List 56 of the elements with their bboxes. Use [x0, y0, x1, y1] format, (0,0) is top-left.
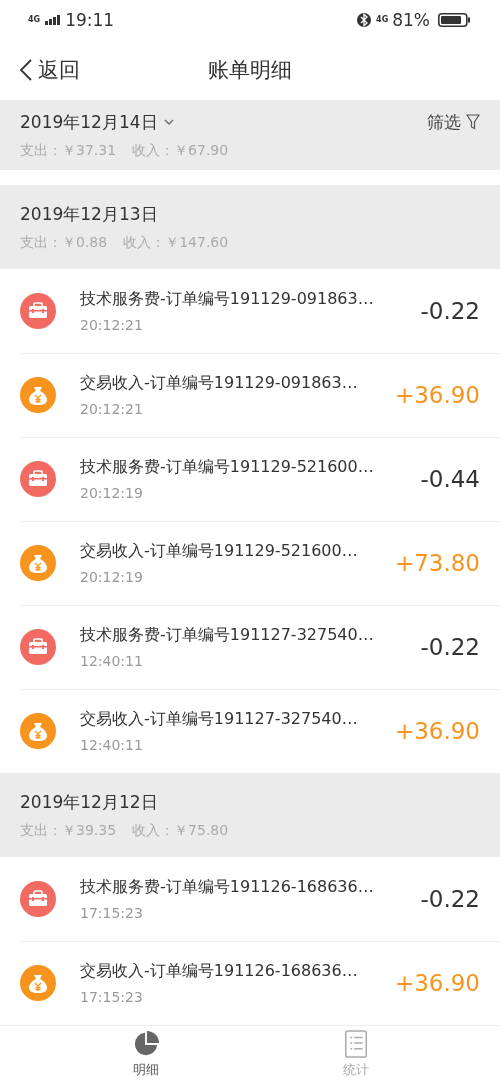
signal-icon [45, 15, 62, 25]
expense-total: 支出：￥0.88 [20, 233, 108, 252]
bluetooth-icon [357, 12, 372, 28]
transaction-title[interactable]: 技术服务费-订单编号191126-168636… [80, 877, 413, 898]
transaction-time: 20:12:21 [80, 401, 144, 417]
transaction-time: 20:12:19 [80, 569, 144, 585]
chevron-left-icon [20, 59, 32, 81]
list-icon [343, 1030, 369, 1058]
signal-label: 4G [28, 16, 41, 24]
transaction-time: 12:40:11 [80, 737, 144, 753]
money-bag-icon [20, 545, 56, 581]
transaction-amount: +73.80 [394, 550, 480, 576]
expense-total: 支出：￥39.35 [20, 821, 117, 840]
network-label: 4G [376, 16, 389, 24]
transaction-amount: -0.22 [420, 634, 480, 660]
clock: 19:11 [65, 10, 115, 30]
filter-icon [466, 114, 480, 130]
transaction-title[interactable]: 交易收入-订单编号191126-168636… [80, 961, 387, 982]
income-total: 收入：￥147.60 [123, 233, 229, 252]
transaction-title[interactable]: 交易收入-订单编号191129-091863… [80, 373, 387, 394]
transaction-time: 20:12:19 [80, 485, 144, 501]
filter-button[interactable]: 筛选 [427, 110, 480, 134]
transaction-amount: +36.90 [394, 718, 480, 744]
tab[interactable]: 明细 [111, 1026, 181, 1083]
transaction-amount: -0.22 [420, 298, 480, 324]
date-heading: 2019年12月12日 [20, 790, 158, 814]
transaction-title[interactable]: 技术服务费-订单编号191129-521600… [80, 457, 413, 478]
transaction-amount: -0.44 [420, 466, 480, 492]
battery-icon [438, 13, 470, 27]
income-total: 收入：￥75.80 [132, 821, 229, 840]
page-title: 账单明细 [208, 58, 292, 82]
transaction-amount: +36.90 [394, 970, 480, 996]
money-bag-icon [20, 713, 56, 749]
transaction-title[interactable]: 技术服务费-订单编号191127-327540… [80, 625, 413, 646]
date-dropdown[interactable]: 2019年12月14日 [20, 110, 174, 134]
expense-total: 支出：￥37.31 [20, 141, 117, 160]
income-total: 收入：￥67.90 [132, 141, 229, 160]
transaction-title[interactable]: 技术服务费-订单编号191129-091863… [80, 289, 413, 310]
back-button[interactable]: 返回 [20, 56, 80, 84]
chevron-down-icon [163, 119, 174, 125]
toolbox-icon [20, 629, 56, 665]
transaction-amount: +36.90 [394, 382, 480, 408]
transaction-time: 17:15:23 [80, 989, 144, 1005]
transaction-time: 12:40:11 [80, 653, 144, 669]
transaction-time: 17:15:23 [80, 905, 144, 921]
transaction-time: 20:12:21 [80, 317, 144, 333]
money-bag-icon [20, 965, 56, 1001]
transaction-amount: -0.22 [420, 886, 480, 912]
toolbox-icon [20, 881, 56, 917]
money-bag-icon [20, 377, 56, 413]
toolbox-icon [20, 461, 56, 497]
transaction-title[interactable]: 交易收入-订单编号191129-521600… [80, 541, 387, 562]
battery-label: 81% [392, 10, 430, 30]
date-heading: 2019年12月13日 [20, 202, 158, 226]
toolbox-icon [20, 293, 56, 329]
transaction-title[interactable]: 交易收入-订单编号191127-327540… [80, 709, 387, 730]
